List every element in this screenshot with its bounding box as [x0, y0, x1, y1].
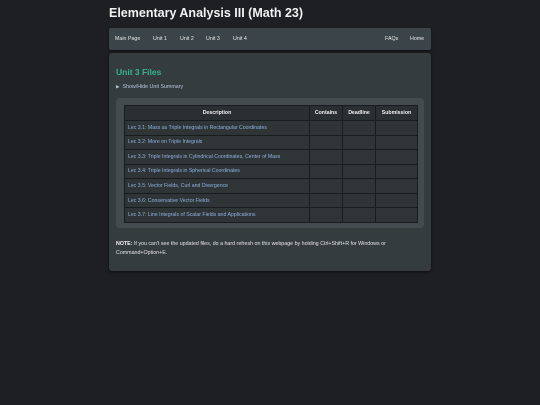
header-description: Description — [124, 105, 310, 121]
nav-home[interactable]: Home — [410, 28, 424, 50]
header-deadline: Deadline — [342, 105, 376, 121]
content-panel: Unit 3 Files ▶ Show/Hide Unit Summary Des… — [109, 53, 431, 271]
header-contains: Contains — [309, 105, 343, 121]
lecture-link[interactable]: Lec 3.1: Mass as Triple Integrals in Rec… — [124, 120, 310, 136]
header-submission: Submission — [375, 105, 418, 121]
lecture-link[interactable]: Lec 3.6: Conservative Vector Fields — [124, 192, 310, 209]
summary-toggle-label: Show/Hide Unit Summary — [122, 84, 184, 90]
contains-cell — [309, 207, 343, 223]
deadline-cell — [342, 134, 376, 151]
table-header-row: Description Contains Deadline Submission — [124, 105, 418, 121]
nav-unit-3[interactable]: Unit 3 — [206, 28, 220, 50]
deadline-cell — [342, 207, 376, 223]
deadline-cell — [342, 149, 376, 165]
deadline-cell — [342, 192, 376, 209]
nav-unit-1[interactable]: Unit 1 — [153, 28, 167, 50]
table-row: Lec 3.2: More on Triple Integrals — [124, 134, 418, 151]
submission-cell — [375, 192, 418, 209]
refresh-note: NOTE: If you can't see the updated files… — [116, 240, 421, 258]
contains-cell — [309, 178, 343, 194]
nav-unit-4[interactable]: Unit 4 — [233, 28, 247, 50]
submission-cell — [375, 163, 418, 180]
note-text: If you can't see the updated files, do a… — [116, 241, 386, 256]
table-row: Lec 3.3: Triple Integrals in Cylindrical… — [124, 149, 418, 165]
submission-cell — [375, 149, 418, 165]
summary-toggle[interactable]: ▶ Show/Hide Unit Summary — [116, 84, 183, 90]
nav-unit-2[interactable]: Unit 2 — [180, 28, 194, 50]
table-row: Lec 3.4: Triple Integrals in Spherical C… — [124, 163, 418, 180]
submission-cell — [375, 178, 418, 194]
lecture-link[interactable]: Lec 3.3: Triple Integrals in Cylindrical… — [124, 149, 310, 165]
deadline-cell — [342, 178, 376, 194]
top-navbar: Main Page Unit 1 Unit 2 Unit 3 Unit 4 FA… — [109, 28, 431, 50]
site-title: Elementary Analysis III (Math 23) — [109, 6, 304, 20]
contains-cell — [309, 134, 343, 151]
contains-cell — [309, 149, 343, 165]
files-table: Description Contains Deadline Submission… — [124, 105, 418, 223]
deadline-cell — [342, 120, 376, 136]
deadline-cell — [342, 163, 376, 180]
lecture-link[interactable]: Lec 3.4: Triple Integrals in Spherical C… — [124, 163, 310, 180]
lecture-link[interactable]: Lec 3.2: More on Triple Integrals — [124, 134, 310, 151]
table-row: Lec 3.5: Vector Fields, Curl and Diverge… — [124, 178, 418, 194]
section-title: Unit 3 Files — [116, 67, 162, 77]
contains-cell — [309, 163, 343, 180]
note-label: NOTE: — [116, 241, 133, 247]
submission-cell — [375, 120, 418, 136]
table-row: Lec 3.6: Conservative Vector Fields — [124, 192, 418, 209]
submission-cell — [375, 134, 418, 151]
triangle-right-icon: ▶ — [116, 84, 120, 89]
contains-cell — [309, 120, 343, 136]
table-row: Lec 3.7: Line Integrals of Scalar Fields… — [124, 207, 418, 223]
nav-main-page[interactable]: Main Page — [115, 28, 140, 50]
lecture-link[interactable]: Lec 3.5: Vector Fields, Curl and Diverge… — [124, 178, 310, 194]
nav-faqs[interactable]: FAQs — [385, 28, 398, 50]
lecture-link[interactable]: Lec 3.7: Line Integrals of Scalar Fields… — [124, 207, 310, 223]
table-row: Lec 3.1: Mass as Triple Integrals in Rec… — [124, 120, 418, 136]
submission-cell — [375, 207, 418, 223]
files-table-container: Description Contains Deadline Submission… — [116, 98, 424, 228]
contains-cell — [309, 192, 343, 209]
